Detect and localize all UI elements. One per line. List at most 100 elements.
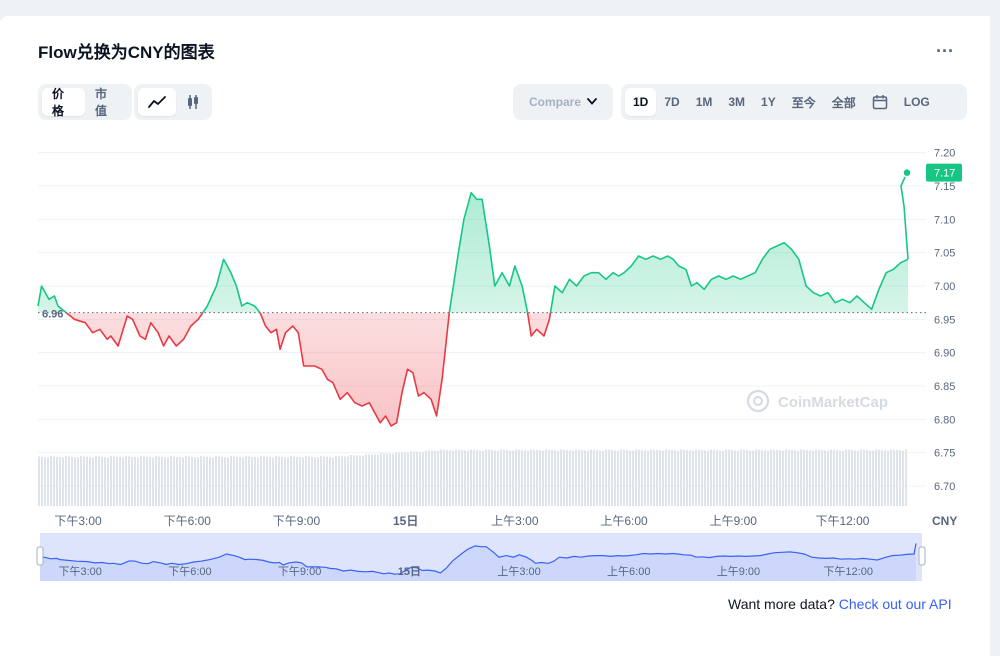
volume-bar xyxy=(704,450,706,506)
volume-bar xyxy=(548,449,550,506)
volume-bar xyxy=(656,450,658,506)
volume-bar xyxy=(467,450,469,506)
volume-bar xyxy=(389,453,391,506)
volume-bar xyxy=(230,456,232,506)
volume-bar xyxy=(137,457,139,506)
volume-bar xyxy=(218,456,220,506)
volume-bar xyxy=(713,449,715,506)
volume-bar xyxy=(329,457,331,506)
volume-bar xyxy=(221,456,223,506)
volume-bar xyxy=(140,456,142,506)
volume-bar xyxy=(281,456,283,506)
volume-bar xyxy=(332,457,334,506)
volume-bar xyxy=(725,449,727,506)
volume-bar xyxy=(335,455,337,506)
volume-bar xyxy=(587,450,589,506)
volume-bar xyxy=(176,456,178,506)
volume-bar xyxy=(743,449,745,506)
volume-bar xyxy=(695,449,697,506)
watermark-text: CoinMarketCap xyxy=(778,394,888,411)
y-tick-label: 7.05 xyxy=(934,248,955,260)
volume-bar xyxy=(560,449,562,506)
volume-bar xyxy=(722,450,724,506)
volume-bar xyxy=(311,456,313,506)
y-tick-label: 7.00 xyxy=(934,281,955,293)
volume-bar xyxy=(245,456,247,506)
volume-bar xyxy=(83,456,85,506)
volume-bar xyxy=(413,451,415,506)
volume-bar xyxy=(68,456,70,506)
volume-bar xyxy=(131,456,133,506)
volume-bar xyxy=(770,449,772,506)
x-tick-label: 下午6:00 xyxy=(164,514,212,528)
volume-bar xyxy=(773,449,775,506)
volume-bar xyxy=(809,450,811,506)
volume-bar xyxy=(851,450,853,506)
navigator-tick-label: 15日 xyxy=(398,565,421,578)
volume-bar xyxy=(443,449,445,506)
volume-bar xyxy=(614,450,616,506)
volume-bar xyxy=(740,449,742,506)
volume-bar xyxy=(212,457,214,506)
volume-bar xyxy=(344,456,346,506)
volume-bar xyxy=(539,450,541,506)
volume-bar xyxy=(74,457,76,506)
volume-bar xyxy=(848,449,850,506)
volume-bar xyxy=(842,450,844,506)
volume-bar xyxy=(86,456,88,506)
navigator-tick-label: 下午12:00 xyxy=(823,565,873,578)
volume-bar xyxy=(605,449,607,506)
volume-bar xyxy=(146,456,148,506)
volume-bar xyxy=(662,450,664,506)
volume-bar xyxy=(749,450,751,506)
volume-bar xyxy=(707,450,709,506)
volume-bar xyxy=(869,450,871,506)
volume-bar xyxy=(497,450,499,506)
volume-bar xyxy=(788,449,790,506)
baseline-label: 6.96 xyxy=(42,309,63,321)
volume-bar xyxy=(200,456,202,506)
volume-bar xyxy=(434,450,436,506)
volume-bar xyxy=(620,449,622,506)
volume-bar xyxy=(767,450,769,506)
navigator-handle-right xyxy=(918,546,926,566)
volume-bar xyxy=(275,456,277,506)
watermark-ring xyxy=(746,389,770,413)
volume-bar xyxy=(77,457,79,506)
volume-bar xyxy=(590,449,592,506)
volume-bar xyxy=(608,449,610,506)
volume-bar xyxy=(242,457,244,506)
volume-bar xyxy=(755,449,757,506)
volume-bar xyxy=(491,450,493,506)
volume-bar xyxy=(464,450,466,506)
volume-bar xyxy=(500,449,502,506)
range-navigator[interactable]: 下午3:00 下午6:00 下午9:00 15日 上午3:00 上午6:00 上午9:00 下… xyxy=(36,533,926,581)
volume-bar xyxy=(488,449,490,506)
volume-bar xyxy=(599,450,601,506)
volume-bar xyxy=(419,451,421,506)
volume-bar xyxy=(746,450,748,506)
volume-bar xyxy=(476,450,478,506)
volume-bar xyxy=(812,450,814,506)
volume-bar xyxy=(884,450,886,506)
volume-bar xyxy=(887,450,889,506)
volume-bar xyxy=(323,456,325,506)
y-tick-label: 6.70 xyxy=(934,481,955,493)
volume-bar xyxy=(374,454,376,506)
volume-bar xyxy=(752,450,754,506)
volume-bar xyxy=(794,450,796,506)
volume-bar xyxy=(155,456,157,506)
volume-bar xyxy=(611,450,613,506)
volume-bar xyxy=(149,457,151,506)
volume-bar xyxy=(731,450,733,506)
volume-bar xyxy=(431,450,433,506)
volume-bar xyxy=(506,450,508,506)
volume-bar xyxy=(785,449,787,506)
volume-bar xyxy=(689,450,691,506)
volume-bar xyxy=(503,449,505,506)
volume-bar xyxy=(59,457,61,506)
volume-bar xyxy=(191,456,193,506)
volume-bar xyxy=(569,450,571,506)
volume-bar xyxy=(845,449,847,506)
volume-bar xyxy=(179,457,181,506)
